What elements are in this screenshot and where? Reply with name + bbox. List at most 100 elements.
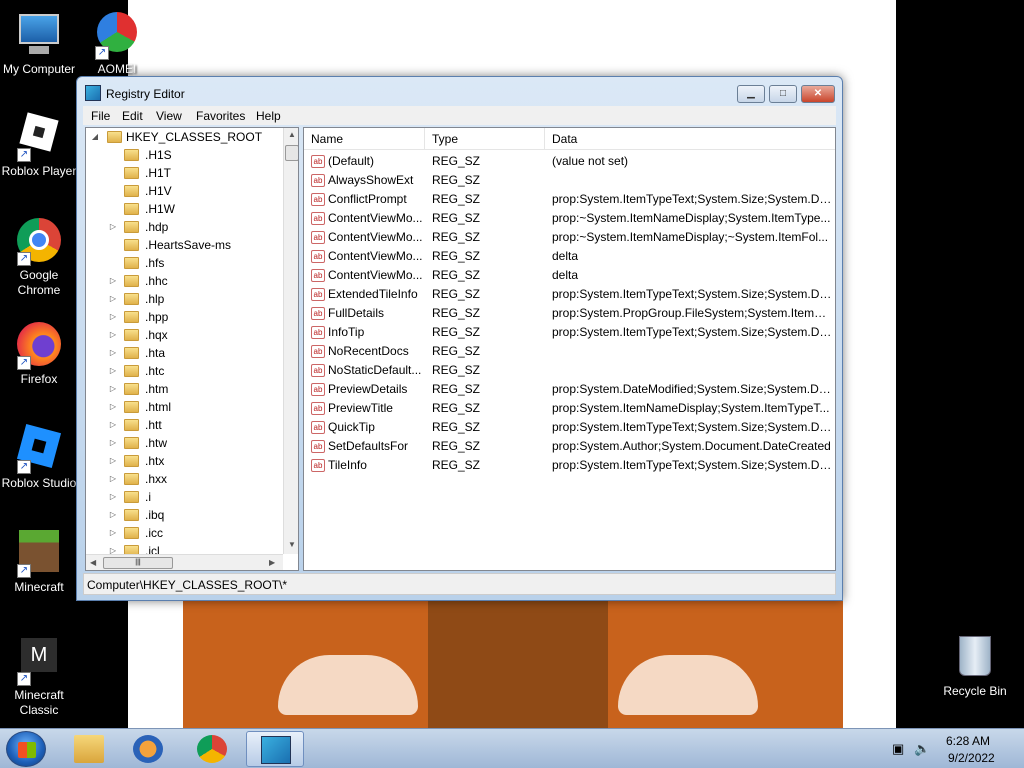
expand-arrow-icon[interactable]: ▷ (108, 218, 118, 236)
value-row[interactable]: ab NoStaticDefault... REG_SZ (304, 361, 834, 380)
value-row[interactable]: ab (Default) REG_SZ (value not set) (304, 152, 834, 171)
key-tree-pane[interactable]: ◢ HKEY_CLASSES_ROOT .H1S .H1T .H1V .H1W ▷ .hd… (85, 127, 299, 571)
tree-item[interactable]: .hfs (86, 254, 281, 272)
expand-arrow-icon[interactable]: ▷ (108, 524, 118, 542)
value-row[interactable]: ab ContentViewMo... REG_SZ delta (304, 266, 834, 285)
desktop-icon-aomei[interactable]: ↗ AOMEI (74, 10, 160, 77)
expand-arrow-icon[interactable]: ▷ (108, 434, 118, 452)
tree-item[interactable]: ▷ .htc (86, 362, 281, 380)
tree-item[interactable]: ▷ .htm (86, 380, 281, 398)
tree-item[interactable]: ▷ .htx (86, 452, 281, 470)
value-row[interactable]: ab ContentViewMo... REG_SZ prop:~System.Ite… (304, 209, 834, 228)
tree-root[interactable]: ◢ HKEY_CLASSES_ROOT (86, 128, 281, 146)
tree-item-label: .H1W (145, 202, 175, 216)
expand-arrow-icon[interactable]: ▷ (108, 398, 118, 416)
tree-item[interactable]: ▷ .ibq (86, 506, 281, 524)
menu-favorites[interactable]: Favorites (196, 109, 245, 123)
value-row[interactable]: ab SetDefaultsFor REG_SZ prop:System.Author… (304, 437, 834, 456)
tree-item[interactable]: ▷ .hxx (86, 470, 281, 488)
scroll-up-icon[interactable]: ▲ (288, 130, 296, 139)
tree-item[interactable]: .H1T (86, 164, 281, 182)
start-button[interactable] (6, 731, 46, 767)
tree-item[interactable]: .H1W (86, 200, 281, 218)
values-pane[interactable]: Name Type Data ab (Default) REG_SZ (value n… (303, 127, 836, 571)
tree-item[interactable]: ▷ .hqx (86, 326, 281, 344)
clock-date[interactable]: 9/2/2022 (948, 751, 995, 765)
maximize-button[interactable]: □ (769, 85, 797, 103)
value-row[interactable]: ab PreviewTitle REG_SZ prop:System.ItemName… (304, 399, 834, 418)
tree-item[interactable]: ▷ .htt (86, 416, 281, 434)
tree-item[interactable]: ▷ .hta (86, 344, 281, 362)
value-row[interactable]: ab ContentViewMo... REG_SZ delta (304, 247, 834, 266)
registry-editor-window[interactable]: Registry Editor ▁ □ ✕ File Edit View Fav… (76, 76, 843, 601)
minimize-button[interactable]: ▁ (737, 85, 765, 103)
title-bar[interactable]: Registry Editor ▁ □ ✕ (77, 77, 842, 107)
expand-arrow-icon[interactable]: ▷ (108, 272, 118, 290)
value-row[interactable]: ab ConflictPrompt REG_SZ prop:System.ItemTy… (304, 190, 834, 209)
desktop-icon-firefox[interactable]: ↗ Firefox (0, 320, 81, 387)
collapse-arrow-icon[interactable]: ◢ (90, 128, 100, 146)
desktop-icon-minecraft[interactable]: ↗ Minecraft (0, 528, 81, 595)
expand-arrow-icon[interactable]: ▷ (108, 362, 118, 380)
scroll-thumb[interactable]: ||| (103, 557, 173, 569)
desktop-icon-roblox-studio[interactable]: ↗ Roblox Studio (0, 423, 81, 491)
tree-horizontal-scrollbar[interactable]: ◀ ||| ▶ (86, 554, 283, 570)
volume-icon[interactable]: 🔈 (914, 741, 930, 757)
value-row[interactable]: ab QuickTip REG_SZ prop:System.ItemTypeText… (304, 418, 834, 437)
column-header-name[interactable]: Name (304, 128, 425, 150)
tree-item-label: .hta (145, 346, 166, 360)
tree-item[interactable]: .HeartsSave-ms (86, 236, 281, 254)
expand-arrow-icon[interactable]: ▷ (108, 344, 118, 362)
expand-arrow-icon[interactable]: ▷ (108, 416, 118, 434)
tree-item[interactable]: ▷ .i (86, 488, 281, 506)
value-row[interactable]: ab PreviewDetails REG_SZ prop:System.DateMo… (304, 380, 834, 399)
value-row[interactable]: ab TileInfo REG_SZ prop:System.ItemTypeText… (304, 456, 834, 475)
value-row[interactable]: ab InfoTip REG_SZ prop:System.ItemTypeText;… (304, 323, 834, 342)
desktop-icon-google-chrome[interactable]: ↗ Google Chrome (0, 216, 81, 298)
expand-arrow-icon[interactable]: ▷ (108, 488, 118, 506)
value-row[interactable]: ab ExtendedTileInfo REG_SZ prop:System.Item… (304, 285, 834, 304)
clock-time[interactable]: 6:28 AM (946, 734, 990, 748)
tree-vertical-scrollbar[interactable]: ▲ ▼ (283, 128, 298, 554)
value-row[interactable]: ab FullDetails REG_SZ prop:System.PropGroup… (304, 304, 834, 323)
tree-item[interactable]: .H1V (86, 182, 281, 200)
desktop-icon-recycle-bin[interactable]: Recycle Bin (933, 632, 1017, 699)
tree-item[interactable]: ▷ .hhc (86, 272, 281, 290)
scroll-left-icon[interactable]: ◀ (90, 558, 96, 567)
tree-item[interactable]: .H1S (86, 146, 281, 164)
desktop-icon-my-computer[interactable]: My Computer (0, 10, 81, 77)
scroll-down-icon[interactable]: ▼ (288, 540, 296, 549)
menu-view[interactable]: View (156, 109, 182, 123)
tree-item[interactable]: ▷ .icc (86, 524, 281, 542)
menu-help[interactable]: Help (256, 109, 281, 123)
taskbar-media-player[interactable] (119, 731, 177, 767)
taskbar-chrome[interactable] (183, 731, 241, 767)
column-header-data[interactable]: Data (545, 128, 835, 150)
tree-item[interactable]: ▷ .hlp (86, 290, 281, 308)
scroll-right-icon[interactable]: ▶ (269, 558, 275, 567)
expand-arrow-icon[interactable]: ▷ (108, 470, 118, 488)
value-row[interactable]: ab NoRecentDocs REG_SZ (304, 342, 834, 361)
expand-arrow-icon[interactable]: ▷ (108, 326, 118, 344)
taskbar-registry-editor[interactable] (246, 731, 304, 767)
desktop-icon-minecraft-classic[interactable]: M ↗ Minecraft Classic (0, 636, 81, 718)
tree-item[interactable]: ▷ .hpp (86, 308, 281, 326)
expand-arrow-icon[interactable]: ▷ (108, 506, 118, 524)
expand-arrow-icon[interactable]: ▷ (108, 308, 118, 326)
tree-item[interactable]: ▷ .hdp (86, 218, 281, 236)
value-row[interactable]: ab AlwaysShowExt REG_SZ (304, 171, 834, 190)
scroll-thumb[interactable] (285, 145, 298, 161)
expand-arrow-icon[interactable]: ▷ (108, 380, 118, 398)
menu-file[interactable]: File (91, 109, 110, 123)
expand-arrow-icon[interactable]: ▷ (108, 290, 118, 308)
taskbar-explorer[interactable] (60, 731, 118, 767)
value-row[interactable]: ab ContentViewMo... REG_SZ prop:~System.Ite… (304, 228, 834, 247)
close-button[interactable]: ✕ (801, 85, 835, 103)
tree-item[interactable]: ▷ .html (86, 398, 281, 416)
tree-item[interactable]: ▷ .htw (86, 434, 281, 452)
desktop-icon-roblox-player[interactable]: ↗ Roblox Player (0, 112, 81, 179)
network-icon[interactable]: ▣ (892, 741, 904, 757)
menu-edit[interactable]: Edit (122, 109, 143, 123)
column-header-type[interactable]: Type (425, 128, 545, 150)
expand-arrow-icon[interactable]: ▷ (108, 452, 118, 470)
